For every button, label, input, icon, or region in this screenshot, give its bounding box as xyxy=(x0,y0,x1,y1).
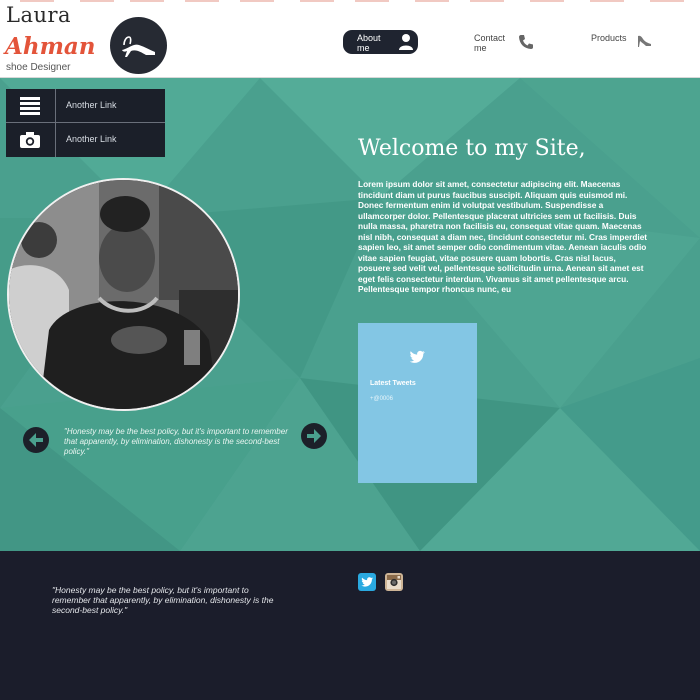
site-header: Laura Ahman shoe Designer About me Conta… xyxy=(0,0,700,78)
twitter-icon[interactable] xyxy=(358,573,376,591)
arrow-right-icon xyxy=(307,429,321,443)
site-footer: "Honesty may be the best policy, but it'… xyxy=(0,551,700,700)
latest-tweets-card: Latest Tweets +@0006 xyxy=(358,323,477,483)
camera-icon xyxy=(6,123,56,157)
nav-about-me[interactable]: About me xyxy=(343,30,418,54)
phone-icon xyxy=(518,34,534,52)
portrait-photo xyxy=(7,178,240,411)
welcome-title: Welcome to my Site, xyxy=(358,136,586,161)
nav-contact-me-label: Contact me xyxy=(474,33,506,53)
arrow-left-icon xyxy=(29,433,43,447)
list-icon xyxy=(6,89,56,123)
hero-section: Another Link Another Link "Honesty may b… xyxy=(0,78,700,551)
user-icon xyxy=(398,33,414,53)
hero-quote: "Honesty may be the best policy, but it'… xyxy=(64,427,288,456)
twitter-bird-icon xyxy=(409,350,425,363)
instagram-icon[interactable] xyxy=(385,573,403,591)
previous-arrow-button[interactable] xyxy=(23,427,49,453)
nav-products[interactable]: Products xyxy=(591,33,661,55)
welcome-body-text: Lorem ipsum dolor sit amet, consectetur … xyxy=(358,179,648,294)
latest-tweets-title: Latest Tweets xyxy=(370,380,416,387)
logo-first-name: Laura xyxy=(6,3,72,27)
next-arrow-button[interactable] xyxy=(301,423,327,449)
side-menu-item-link-1[interactable]: Another Link xyxy=(6,89,165,123)
footer-quote: "Honesty may be the best policy, but it'… xyxy=(52,585,274,615)
nav-products-label: Products xyxy=(591,33,627,43)
logo-tagline: shoe Designer xyxy=(6,62,71,73)
side-menu-label: Another Link xyxy=(66,134,117,144)
nav-about-me-label: About me xyxy=(357,33,381,53)
nav-contact-me[interactable]: Contact me xyxy=(474,33,544,55)
tweet-handle[interactable]: +@0006 xyxy=(370,396,393,402)
top-decorative-stripes xyxy=(0,0,700,3)
logo-last-name: Ahman xyxy=(5,33,96,60)
high-heel-shoe-icon[interactable] xyxy=(110,17,167,74)
side-menu: Another Link Another Link xyxy=(6,89,165,157)
shoe-icon xyxy=(636,32,654,52)
side-menu-label: Another Link xyxy=(66,100,117,110)
side-menu-item-link-2[interactable]: Another Link xyxy=(6,123,165,157)
